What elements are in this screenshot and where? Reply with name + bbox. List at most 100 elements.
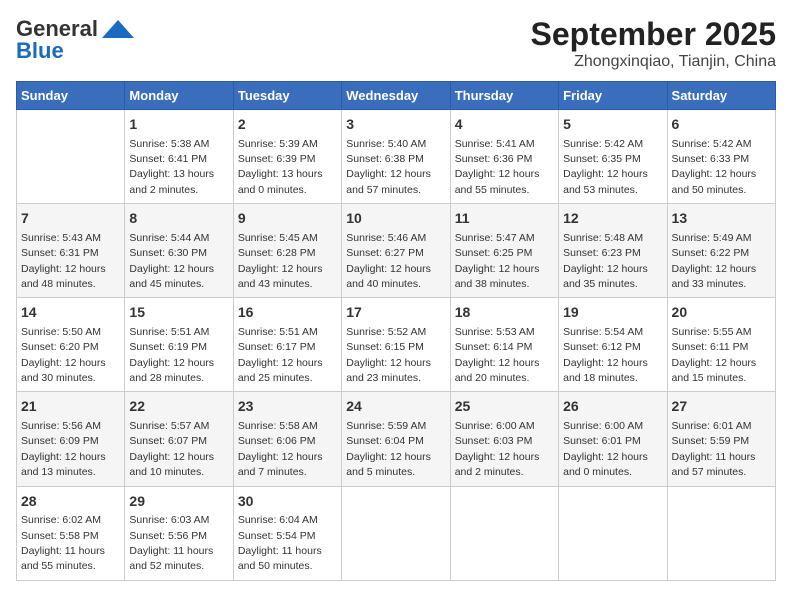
calendar-cell: 9Sunrise: 5:45 AM Sunset: 6:28 PM Daylig…: [233, 204, 341, 298]
calendar-cell: 24 Sunrise: 5:59 AM Sunset: 6:04 PM Dayli…: [342, 392, 450, 486]
calendar-cell: 14 Sunrise: 5:50 AM Sunset: 6:20 PM Dayli…: [17, 298, 125, 392]
day-number: 13: [672, 209, 771, 229]
calendar-week-row: 1Sunrise: 5:38 AM Sunset: 6:41 PM Daylig…: [17, 110, 776, 204]
day-info: Sunrise: 5:53 AM Sunset: 6:14 PM Dayligh…: [455, 326, 540, 384]
day-info: Sunrise: 5:52 AM Sunset: 6:15 PM Dayligh…: [346, 326, 431, 384]
day-info: Sunrise: 5:57 AM Sunset: 6:07 PM Dayligh…: [129, 420, 214, 478]
calendar-cell: 20 Sunrise: 5:55 AM Sunset: 6:11 PM Dayli…: [667, 298, 775, 392]
day-number: 27: [672, 397, 771, 417]
weekday-header: Thursday: [450, 82, 558, 110]
day-number: 25: [455, 397, 554, 417]
day-number: 30: [238, 492, 337, 512]
day-info: Sunrise: 5:38 AM Sunset: 6:41 PM Dayligh…: [129, 138, 214, 196]
calendar-cell: 6 Sunrise: 5:42 AM Sunset: 6:33 PM Daylig…: [667, 110, 775, 204]
day-info: Sunrise: 6:00 AM Sunset: 6:03 PM Dayligh…: [455, 420, 540, 478]
day-number: 4: [455, 115, 554, 135]
header-row: SundayMondayTuesdayWednesdayThursdayFrid…: [17, 82, 776, 110]
day-number: 3: [346, 115, 445, 135]
day-number: 5: [563, 115, 662, 135]
day-number: 29: [129, 492, 228, 512]
day-number: 28: [21, 492, 120, 512]
title-block: September 2025 Zhongxinqiao, Tianjin, Ch…: [531, 16, 776, 71]
day-number: 19: [563, 303, 662, 323]
day-number: 22: [129, 397, 228, 417]
day-info: Sunrise: 5:44 AM Sunset: 6:30 PM Dayligh…: [129, 232, 214, 290]
day-number: 15: [129, 303, 228, 323]
calendar-cell: 23 Sunrise: 5:58 AM Sunset: 6:06 PM Dayli…: [233, 392, 341, 486]
calendar-cell: 25 Sunrise: 6:00 AM Sunset: 6:03 PM Dayli…: [450, 392, 558, 486]
calendar-cell: 13 Sunrise: 5:49 AM Sunset: 6:22 PM Dayli…: [667, 204, 775, 298]
day-info: Sunrise: 5:47 AM Sunset: 6:25 PM Dayligh…: [455, 232, 540, 290]
calendar-cell: 26Sunrise: 6:00 AM Sunset: 6:01 PM Dayli…: [559, 392, 667, 486]
calendar-week-row: 7 Sunrise: 5:43 AM Sunset: 6:31 PM Daylig…: [17, 204, 776, 298]
day-number: 16: [238, 303, 337, 323]
day-info: Sunrise: 5:51 AM Sunset: 6:17 PM Dayligh…: [238, 326, 323, 384]
calendar-cell: [342, 486, 450, 580]
weekday-header: Monday: [125, 82, 233, 110]
day-number: 6: [672, 115, 771, 135]
calendar-cell: [17, 110, 125, 204]
calendar-body: 1Sunrise: 5:38 AM Sunset: 6:41 PM Daylig…: [17, 110, 776, 581]
calendar-cell: [667, 486, 775, 580]
day-info: Sunrise: 5:48 AM Sunset: 6:23 PM Dayligh…: [563, 232, 648, 290]
logo: General Blue: [16, 16, 136, 64]
day-number: 10: [346, 209, 445, 229]
page-header: General Blue September 2025 Zhongxinqiao…: [16, 16, 776, 71]
calendar-table: SundayMondayTuesdayWednesdayThursdayFrid…: [16, 81, 776, 581]
calendar-cell: 19Sunrise: 5:54 AM Sunset: 6:12 PM Dayli…: [559, 298, 667, 392]
day-number: 14: [21, 303, 120, 323]
calendar-cell: 2Sunrise: 5:39 AM Sunset: 6:39 PM Daylig…: [233, 110, 341, 204]
day-number: 7: [21, 209, 120, 229]
day-info: Sunrise: 5:49 AM Sunset: 6:22 PM Dayligh…: [672, 232, 757, 290]
day-info: Sunrise: 6:03 AM Sunset: 5:56 PM Dayligh…: [129, 514, 213, 572]
day-info: Sunrise: 5:58 AM Sunset: 6:06 PM Dayligh…: [238, 420, 323, 478]
day-info: Sunrise: 5:51 AM Sunset: 6:19 PM Dayligh…: [129, 326, 214, 384]
day-info: Sunrise: 6:04 AM Sunset: 5:54 PM Dayligh…: [238, 514, 322, 572]
day-number: 24: [346, 397, 445, 417]
weekday-header: Saturday: [667, 82, 775, 110]
day-info: Sunrise: 6:02 AM Sunset: 5:58 PM Dayligh…: [21, 514, 105, 572]
calendar-week-row: 21Sunrise: 5:56 AM Sunset: 6:09 PM Dayli…: [17, 392, 776, 486]
day-info: Sunrise: 5:46 AM Sunset: 6:27 PM Dayligh…: [346, 232, 431, 290]
day-number: 26: [563, 397, 662, 417]
weekday-header: Sunday: [17, 82, 125, 110]
day-number: 2: [238, 115, 337, 135]
calendar-header: SundayMondayTuesdayWednesdayThursdayFrid…: [17, 82, 776, 110]
day-info: Sunrise: 5:40 AM Sunset: 6:38 PM Dayligh…: [346, 138, 431, 196]
day-info: Sunrise: 5:42 AM Sunset: 6:33 PM Dayligh…: [672, 138, 757, 196]
month-title: September 2025: [531, 16, 776, 53]
calendar-cell: 16 Sunrise: 5:51 AM Sunset: 6:17 PM Dayli…: [233, 298, 341, 392]
calendar-cell: 1Sunrise: 5:38 AM Sunset: 6:41 PM Daylig…: [125, 110, 233, 204]
day-number: 9: [238, 209, 337, 229]
calendar-cell: 22 Sunrise: 5:57 AM Sunset: 6:07 PM Dayli…: [125, 392, 233, 486]
day-info: Sunrise: 5:42 AM Sunset: 6:35 PM Dayligh…: [563, 138, 648, 196]
day-info: Sunrise: 5:59 AM Sunset: 6:04 PM Dayligh…: [346, 420, 431, 478]
calendar-cell: 15 Sunrise: 5:51 AM Sunset: 6:19 PM Dayli…: [125, 298, 233, 392]
calendar-cell: [450, 486, 558, 580]
calendar-cell: 28Sunrise: 6:02 AM Sunset: 5:58 PM Dayli…: [17, 486, 125, 580]
weekday-header: Wednesday: [342, 82, 450, 110]
day-number: 8: [129, 209, 228, 229]
calendar-cell: [559, 486, 667, 580]
day-number: 23: [238, 397, 337, 417]
day-info: Sunrise: 5:55 AM Sunset: 6:11 PM Dayligh…: [672, 326, 757, 384]
day-info: Sunrise: 5:41 AM Sunset: 6:36 PM Dayligh…: [455, 138, 540, 196]
calendar-cell: 12 Sunrise: 5:48 AM Sunset: 6:23 PM Dayli…: [559, 204, 667, 298]
calendar-cell: 11 Sunrise: 5:47 AM Sunset: 6:25 PM Dayli…: [450, 204, 558, 298]
logo-icon: [100, 18, 136, 40]
calendar-cell: 27 Sunrise: 6:01 AM Sunset: 5:59 PM Dayli…: [667, 392, 775, 486]
calendar-cell: 7 Sunrise: 5:43 AM Sunset: 6:31 PM Daylig…: [17, 204, 125, 298]
day-info: Sunrise: 5:56 AM Sunset: 6:09 PM Dayligh…: [21, 420, 106, 478]
calendar-week-row: 14 Sunrise: 5:50 AM Sunset: 6:20 PM Dayli…: [17, 298, 776, 392]
day-info: Sunrise: 6:01 AM Sunset: 5:59 PM Dayligh…: [672, 420, 756, 478]
day-info: Sunrise: 5:43 AM Sunset: 6:31 PM Dayligh…: [21, 232, 106, 290]
day-info: Sunrise: 5:50 AM Sunset: 6:20 PM Dayligh…: [21, 326, 106, 384]
day-number: 20: [672, 303, 771, 323]
day-number: 11: [455, 209, 554, 229]
day-number: 12: [563, 209, 662, 229]
calendar-cell: 17Sunrise: 5:52 AM Sunset: 6:15 PM Dayli…: [342, 298, 450, 392]
logo-blue: Blue: [16, 38, 64, 64]
calendar-cell: 29Sunrise: 6:03 AM Sunset: 5:56 PM Dayli…: [125, 486, 233, 580]
calendar-week-row: 28Sunrise: 6:02 AM Sunset: 5:58 PM Dayli…: [17, 486, 776, 580]
calendar-cell: 5 Sunrise: 5:42 AM Sunset: 6:35 PM Daylig…: [559, 110, 667, 204]
